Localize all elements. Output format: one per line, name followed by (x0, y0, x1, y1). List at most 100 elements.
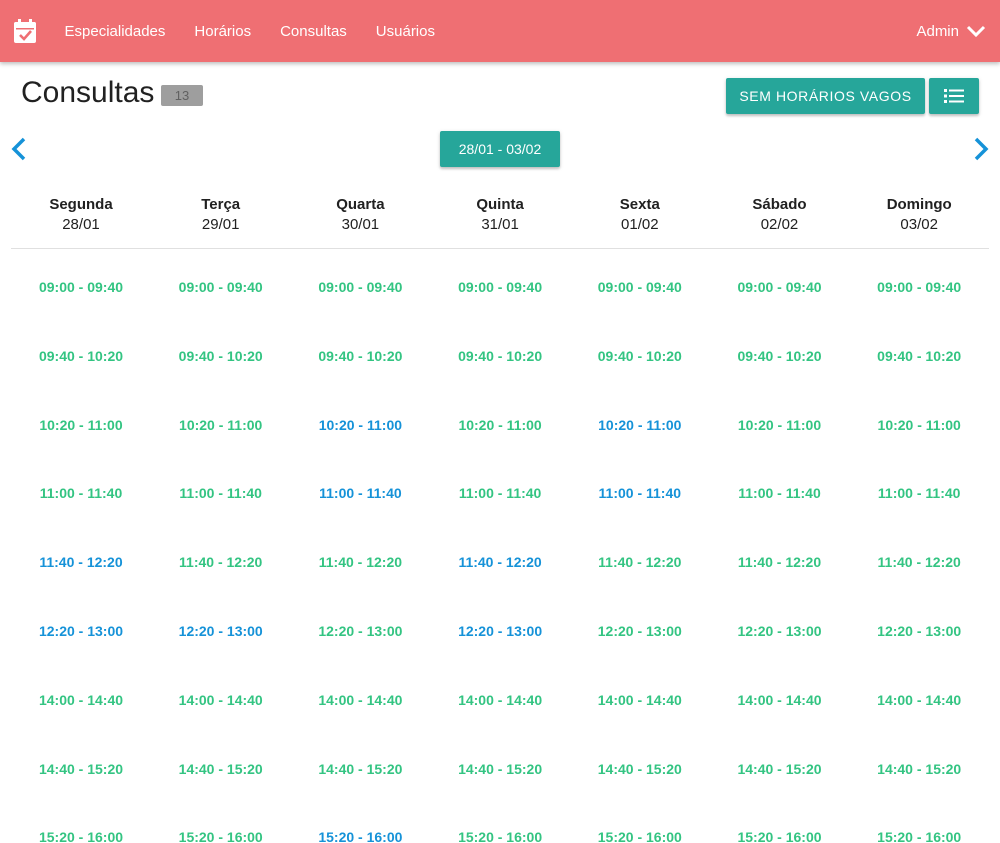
day-name: Segunda (49, 196, 113, 213)
days-header: Segunda 28/01 Terça 29/01 Quarta 30/01 Q… (11, 190, 989, 249)
top-navbar: Especialidades Horários Consultas Usuári… (0, 0, 1000, 62)
time-slot-free[interactable]: 11:40 - 12:20 (151, 554, 291, 570)
time-slot-booked[interactable]: 11:00 - 11:40 (290, 485, 430, 501)
time-slot-free[interactable]: 15:20 - 16:00 (849, 829, 989, 843)
day-date: 30/01 (341, 216, 380, 233)
time-slot-free[interactable]: 09:00 - 09:40 (11, 279, 151, 295)
day-date: 03/02 (900, 216, 938, 233)
day-date: 01/02 (621, 216, 659, 233)
time-slot-free[interactable]: 10:20 - 11:00 (849, 417, 989, 433)
time-slot-free[interactable]: 14:00 - 14:40 (570, 692, 710, 708)
user-menu[interactable]: Admin (916, 0, 986, 62)
time-slot-free[interactable]: 09:00 - 09:40 (849, 279, 989, 295)
day-name: Sábado (752, 196, 807, 213)
time-slot-free[interactable]: 14:00 - 14:40 (11, 692, 151, 708)
time-slot-free[interactable]: 09:40 - 10:20 (11, 348, 151, 364)
time-slot-free[interactable]: 11:00 - 11:40 (710, 485, 850, 501)
time-slot-free[interactable]: 11:40 - 12:20 (570, 554, 710, 570)
time-slot-free[interactable]: 11:40 - 12:20 (849, 554, 989, 570)
time-slot-free[interactable]: 14:40 - 15:20 (430, 761, 570, 777)
no-free-slots-button[interactable]: SEM HORÁRIOS VAGOS (726, 78, 925, 114)
time-slot-booked[interactable]: 10:20 - 11:00 (290, 417, 430, 433)
time-slot-free[interactable]: 12:20 - 13:00 (710, 623, 850, 639)
day-header-quinta: Quinta 31/01 (430, 190, 570, 235)
time-slot-free[interactable]: 14:00 - 14:40 (849, 692, 989, 708)
day-name: Terça (201, 196, 241, 213)
time-slot-booked[interactable]: 12:20 - 13:00 (11, 623, 151, 639)
time-slot-free[interactable]: 09:40 - 10:20 (849, 348, 989, 364)
time-slot-free[interactable]: 09:40 - 10:20 (710, 348, 850, 364)
time-slot-free[interactable]: 09:00 - 09:40 (290, 279, 430, 295)
time-slot-free[interactable]: 09:40 - 10:20 (290, 348, 430, 364)
day-name: Quinta (476, 196, 524, 213)
time-slot-free[interactable]: 11:00 - 11:40 (849, 485, 989, 501)
nav-usuarios[interactable]: Usuários (361, 23, 449, 40)
time-slot-free[interactable]: 15:20 - 16:00 (151, 829, 291, 843)
time-slot-free[interactable]: 09:00 - 09:40 (430, 279, 570, 295)
day-header-terca: Terça 29/01 (151, 190, 291, 235)
time-slot-free[interactable]: 11:00 - 11:40 (11, 485, 151, 501)
day-name: Domingo (886, 196, 952, 213)
time-slot-free[interactable]: 15:20 - 16:00 (11, 829, 151, 843)
day-date: 02/02 (760, 216, 799, 233)
time-slot-free[interactable]: 11:00 - 11:40 (151, 485, 291, 501)
previous-week-button[interactable] (10, 137, 28, 161)
time-slot-booked[interactable]: 12:20 - 13:00 (430, 623, 570, 639)
time-slot-free[interactable]: 09:40 - 10:20 (570, 348, 710, 364)
chevron-down-icon (966, 25, 986, 38)
time-slot-booked[interactable]: 11:40 - 12:20 (430, 554, 570, 570)
day-date: 31/01 (481, 216, 519, 233)
count-badge: 13 (161, 85, 203, 106)
time-slot-free[interactable]: 14:00 - 14:40 (151, 692, 291, 708)
time-slot-booked[interactable]: 12:20 - 13:00 (151, 623, 291, 639)
time-slot-free[interactable]: 09:40 - 10:20 (151, 348, 291, 364)
time-slot-free[interactable]: 09:00 - 09:40 (570, 279, 710, 295)
time-slot-free[interactable]: 11:40 - 12:20 (710, 554, 850, 570)
day-name: Sexta (619, 196, 660, 213)
time-slot-free[interactable]: 09:00 - 09:40 (151, 279, 291, 295)
time-slot-free[interactable]: 10:20 - 11:00 (430, 417, 570, 433)
time-slot-free[interactable]: 14:40 - 15:20 (290, 761, 430, 777)
next-week-button[interactable] (972, 137, 990, 161)
time-slot-free[interactable]: 15:20 - 16:00 (430, 829, 570, 843)
time-slot-free[interactable]: 11:00 - 11:40 (430, 485, 570, 501)
time-slot-free[interactable]: 14:40 - 15:20 (151, 761, 291, 777)
time-slot-free[interactable]: 12:20 - 13:00 (570, 623, 710, 639)
time-slot-free[interactable]: 15:20 - 16:00 (570, 829, 710, 843)
time-slot-free[interactable]: 10:20 - 11:00 (11, 417, 151, 433)
time-slot-free[interactable]: 14:40 - 15:20 (849, 761, 989, 777)
time-slot-free[interactable]: 14:00 - 14:40 (430, 692, 570, 708)
list-icon (944, 89, 964, 103)
time-slot-booked[interactable]: 15:20 - 16:00 (290, 829, 430, 843)
time-slot-free[interactable]: 12:20 - 13:00 (849, 623, 989, 639)
chevron-right-icon (974, 137, 989, 161)
time-slot-free[interactable]: 14:00 - 14:40 (710, 692, 850, 708)
time-slot-booked[interactable]: 11:40 - 12:20 (11, 554, 151, 570)
time-slot-free[interactable]: 10:20 - 11:00 (710, 417, 850, 433)
nav-consultas[interactable]: Consultas (266, 23, 362, 40)
nav-links: Especialidades Horários Consultas Usuári… (50, 0, 449, 62)
time-slot-free[interactable]: 15:20 - 16:00 (710, 829, 850, 843)
week-range-button[interactable]: 28/01 - 03/02 (440, 131, 560, 167)
day-date: 28/01 (62, 216, 100, 233)
time-slot-free[interactable]: 14:40 - 15:20 (570, 761, 710, 777)
day-header-segunda: Segunda 28/01 (11, 190, 151, 235)
time-slot-free[interactable]: 09:00 - 09:40 (710, 279, 850, 295)
time-slot-free[interactable]: 09:40 - 10:20 (430, 348, 570, 364)
time-slot-booked[interactable]: 11:00 - 11:40 (570, 485, 710, 501)
time-slot-free[interactable]: 10:20 - 11:00 (151, 417, 291, 433)
time-slot-booked[interactable]: 10:20 - 11:00 (570, 417, 710, 433)
calendar-check-icon[interactable] (14, 19, 36, 43)
nav-horarios[interactable]: Horários (180, 23, 266, 40)
time-slot-free[interactable]: 14:00 - 14:40 (290, 692, 430, 708)
time-slot-free[interactable]: 12:20 - 13:00 (290, 623, 430, 639)
time-slot-free[interactable]: 11:40 - 12:20 (290, 554, 430, 570)
day-date: 29/01 (201, 216, 240, 233)
time-slot-free[interactable]: 14:40 - 15:20 (710, 761, 850, 777)
day-header-quarta: Quarta 30/01 (290, 190, 430, 235)
nav-especialidades[interactable]: Especialidades (50, 23, 180, 40)
page-title: Consultas (21, 76, 155, 109)
day-header-sabado: Sábado 02/02 (710, 190, 850, 235)
time-slot-free[interactable]: 14:40 - 15:20 (11, 761, 151, 777)
list-view-button[interactable] (929, 78, 979, 114)
